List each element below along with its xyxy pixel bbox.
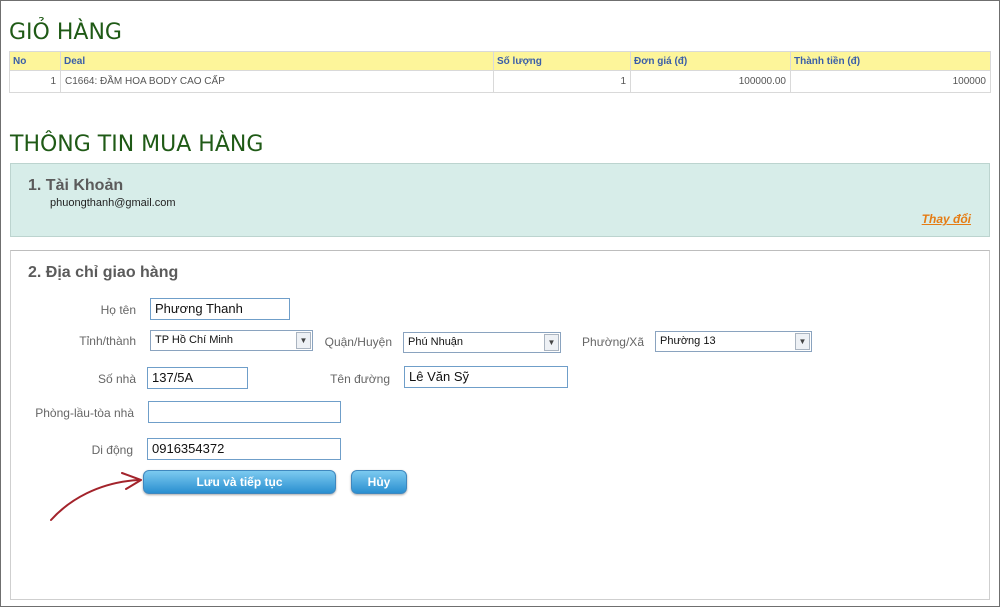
mobile-input[interactable]: 0916354372 — [147, 438, 341, 460]
district-selected-value: Phú Nhuận — [408, 336, 464, 348]
col-total: Thành tiền (đ) — [790, 51, 991, 71]
house-number-label: Số nhà — [97, 372, 136, 386]
cell-quantity: 1 — [493, 70, 631, 93]
ward-selected-value: Phường 13 — [660, 335, 716, 347]
name-input[interactable]: Phương Thanh — [150, 298, 290, 320]
district-select[interactable]: Phú Nhuận ▼ — [403, 332, 561, 353]
room-building-label: Phòng-lầu-tòa nhà — [35, 406, 134, 420]
account-email: phuongthanh@gmail.com — [50, 197, 176, 209]
cell-deal: C1664: ĐẦM HOA BODY CAO CẤP — [60, 70, 494, 93]
cart-header-row: No Deal Số lượng Đơn giá (đ) Thành tiền … — [9, 51, 991, 71]
province-select[interactable]: TP Hồ Chí Minh ▼ — [150, 330, 313, 351]
mobile-label: Di động — [91, 443, 133, 457]
table-row: 1 C1664: ĐẦM HOA BODY CAO CẤP 1 100000.0… — [9, 70, 991, 93]
col-no: No — [9, 51, 61, 71]
street-input[interactable]: Lê Văn Sỹ — [404, 366, 568, 388]
cart-title: GIỎ HÀNG — [9, 20, 122, 45]
save-continue-button[interactable]: Lưu và tiếp tục — [143, 470, 336, 494]
chevron-down-icon[interactable]: ▼ — [296, 332, 311, 349]
house-number-input[interactable]: 137/5A — [147, 367, 248, 389]
province-label: Tỉnh/thành — [79, 334, 136, 348]
district-label: Quận/Huyện — [324, 335, 392, 349]
col-unit-price: Đơn giá (đ) — [630, 51, 791, 71]
chevron-down-icon[interactable]: ▼ — [544, 334, 559, 351]
room-building-input[interactable] — [148, 401, 341, 423]
col-quantity: Số lượng — [493, 51, 631, 71]
ward-select[interactable]: Phường 13 ▼ — [655, 331, 812, 352]
chevron-down-icon[interactable]: ▼ — [795, 333, 810, 350]
cart-table: No Deal Số lượng Đơn giá (đ) Thành tiền … — [9, 51, 991, 93]
cell-total: 100000 — [790, 70, 991, 93]
col-deal: Deal — [60, 51, 494, 71]
name-label: Họ tên — [100, 303, 136, 317]
ward-label: Phường/Xã — [582, 335, 644, 349]
account-heading: 1. Tài Khoản — [28, 177, 124, 194]
purchase-info-title: THÔNG TIN MUA HÀNG — [10, 132, 264, 157]
province-selected-value: TP Hồ Chí Minh — [155, 334, 234, 346]
cancel-button[interactable]: Hủy — [351, 470, 407, 494]
street-label: Tên đường — [330, 372, 390, 386]
cell-no: 1 — [9, 70, 61, 93]
address-heading: 2. Địa chỉ giao hàng — [28, 264, 179, 281]
account-panel: 1. Tài Khoản phuongthanh@gmail.com Thay … — [10, 163, 990, 237]
change-account-link[interactable]: Thay đổi — [922, 212, 971, 226]
annotation-arrow-icon — [50, 472, 142, 521]
cell-unit-price: 100000.00 — [630, 70, 791, 93]
